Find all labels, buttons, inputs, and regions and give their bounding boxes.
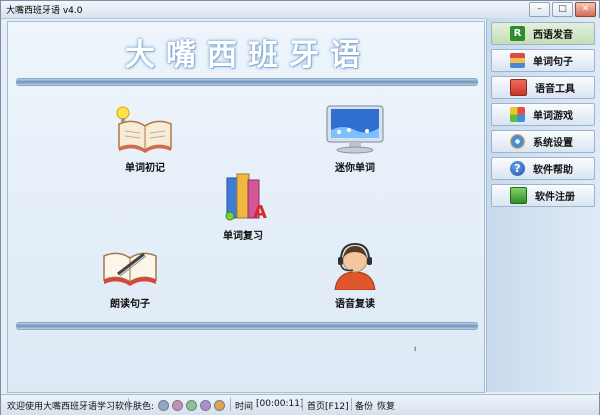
feature-label: 单词复习 (223, 231, 263, 242)
time-value: [00:00:11] (256, 399, 304, 409)
sidebar-item-label: 软件注册 (535, 192, 575, 203)
feature-voice-repeat[interactable]: 语音复读 (310, 240, 400, 310)
skin-swatch[interactable] (158, 400, 169, 411)
main-panel: 大嘴西班牙语 单词初记 迷你单词 A 单词复习 朗读句子 语音复读 ı (7, 21, 485, 393)
feature-label: 语音复读 (335, 299, 375, 310)
restore-button[interactable]: 恢复 (377, 399, 395, 412)
top-divider (16, 78, 478, 86)
sidebar-item-help[interactable]: ? 软件帮助 (491, 157, 595, 180)
sidebar-item-register[interactable]: 软件注册 (491, 184, 595, 207)
headset-operator-icon (334, 242, 376, 291)
sidebar-item-settings[interactable]: 系统设置 (491, 130, 595, 153)
minimize-icon: – (537, 4, 542, 14)
close-button[interactable]: ✕ (575, 2, 596, 17)
book-stack-icon (510, 53, 525, 68)
skin-swatch[interactable] (214, 400, 225, 411)
maximize-icon: □ (558, 4, 567, 14)
status-separator (302, 398, 303, 411)
app-window: 大嘴西班牙语 v4.0 – □ ✕ 大嘴西班牙语 单词初记 迷你单词 A 单词复… (0, 0, 600, 415)
sidebar-item-voice-tools[interactable]: 语音工具 (491, 76, 595, 99)
stray-mark: ı (414, 344, 417, 353)
app-title: 大嘴西班牙语 (125, 38, 371, 73)
status-bar: 欢迎使用大嘴西班牙语学习软件 肤色: 时间 [00:00:11] 首页[F12]… (1, 394, 599, 415)
status-separator (230, 398, 231, 411)
sidebar-item-label: 单词游戏 (533, 111, 573, 122)
r-icon: R (510, 26, 525, 41)
skin-swatch[interactable] (186, 400, 197, 411)
feature-mini-words[interactable]: 迷你单词 (310, 104, 400, 174)
skin-swatch[interactable] (200, 400, 211, 411)
feature-label: 迷你单词 (335, 163, 375, 174)
sidebar-item-label: 语音工具 (535, 84, 575, 95)
welcome-text: 欢迎使用大嘴西班牙语学习软件 (7, 402, 134, 412)
time-label: 时间 (235, 402, 254, 412)
svg-text:A: A (253, 202, 267, 222)
bottom-divider (16, 322, 478, 330)
skin-swatch[interactable] (172, 400, 183, 411)
sidebar: R 西语发音 单词句子 语音工具 单词游戏 系统设置 ? 软件帮助 软件注册 (486, 18, 600, 392)
feature-word-memorize[interactable]: 单词初记 (100, 104, 190, 174)
maximize-button[interactable]: □ (552, 2, 573, 17)
sidebar-item-word-sentences[interactable]: 单词句子 (491, 49, 595, 72)
sidebar-item-label: 软件帮助 (533, 165, 573, 176)
sidebar-item-word-games[interactable]: 单词游戏 (491, 103, 595, 126)
puzzle-icon (510, 107, 525, 122)
open-book-lightbulb-icon (116, 106, 172, 153)
feature-label: 朗读句子 (110, 299, 150, 310)
help-icon: ? (510, 161, 525, 176)
register-icon (510, 187, 527, 204)
status-separator (351, 398, 352, 411)
monitor-icon (326, 105, 384, 154)
sidebar-item-pronunciation[interactable]: R 西语发音 (491, 22, 595, 45)
sidebar-item-label: 系统设置 (533, 138, 573, 149)
window-controls: – □ ✕ (529, 2, 596, 17)
skin-label: 肤色: (133, 402, 155, 412)
feature-label: 单词初记 (125, 163, 165, 174)
sidebar-item-label: 西语发音 (533, 30, 573, 41)
toolbox-icon (510, 79, 527, 96)
feature-read-sentences[interactable]: 朗读句子 (85, 240, 175, 310)
window-title: 大嘴西班牙语 v4.0 (6, 6, 83, 16)
sidebar-item-label: 单词句子 (533, 57, 573, 68)
status-separator (128, 398, 129, 411)
title-bar: 大嘴西班牙语 v4.0 – □ ✕ (1, 1, 599, 19)
close-icon: ✕ (581, 4, 590, 14)
books-icon: A (225, 173, 267, 223)
book-pen-icon (103, 252, 157, 286)
minimize-button[interactable]: – (529, 2, 550, 17)
home-button[interactable]: 首页[F12] (307, 399, 349, 412)
gear-icon (510, 134, 525, 149)
feature-word-review[interactable]: A 单词复习 (198, 172, 288, 242)
backup-button[interactable]: 备份 (355, 399, 373, 412)
